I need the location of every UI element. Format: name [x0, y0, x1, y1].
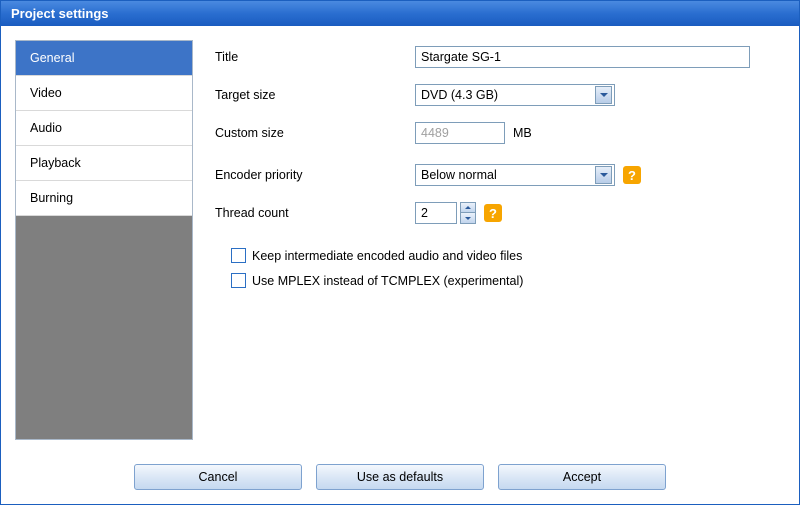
title-input[interactable] [415, 46, 750, 68]
label-encoder-priority: Encoder priority [215, 168, 415, 182]
help-icon[interactable]: ? [484, 204, 502, 222]
row-custom-size: Custom size MB [215, 122, 781, 144]
encoder-priority-dropdown-button[interactable] [595, 166, 612, 184]
chevron-down-icon [600, 93, 608, 97]
main-area: General Video Audio Playback Burning Tit… [1, 26, 799, 454]
sidebar-item-audio[interactable]: Audio [16, 111, 192, 146]
chevron-down-icon [465, 217, 471, 220]
custom-size-unit: MB [513, 126, 532, 140]
use-mplex-checkbox[interactable] [231, 273, 246, 288]
chevron-up-icon [465, 206, 471, 209]
encoder-priority-value: Below normal [421, 168, 497, 182]
sidebar-item-label: Playback [30, 156, 81, 170]
sidebar-item-label: Video [30, 86, 62, 100]
label-title: Title [215, 50, 415, 64]
target-size-select[interactable]: DVD (4.3 GB) [415, 84, 615, 106]
sidebar-item-label: Audio [30, 121, 62, 135]
sidebar-item-label: General [30, 51, 74, 65]
row-use-mplex: Use MPLEX instead of TCMPLEX (experiment… [231, 273, 781, 288]
cancel-button[interactable]: Cancel [134, 464, 302, 490]
settings-sidebar: General Video Audio Playback Burning [15, 40, 193, 440]
row-encoder-priority: Encoder priority Below normal ? [215, 164, 781, 186]
label-custom-size: Custom size [215, 126, 415, 140]
checkbox-group: Keep intermediate encoded audio and vide… [215, 248, 781, 288]
thread-count-down-button[interactable] [460, 213, 476, 224]
label-thread-count: Thread count [215, 206, 415, 220]
window-body: General Video Audio Playback Burning Tit… [1, 26, 799, 504]
use-mplex-label: Use MPLEX instead of TCMPLEX (experiment… [252, 274, 523, 288]
sidebar-item-label: Burning [30, 191, 73, 205]
window-title: Project settings [11, 6, 109, 21]
label-target-size: Target size [215, 88, 415, 102]
row-keep-intermediate: Keep intermediate encoded audio and vide… [231, 248, 781, 263]
thread-count-spinner[interactable] [415, 202, 476, 224]
row-target-size: Target size DVD (4.3 GB) [215, 84, 781, 106]
keep-intermediate-label: Keep intermediate encoded audio and vide… [252, 249, 522, 263]
encoder-priority-select[interactable]: Below normal [415, 164, 615, 186]
general-form: Title Target size DVD (4.3 GB) [211, 40, 785, 440]
row-thread-count: Thread count ? [215, 202, 781, 224]
target-size-dropdown-button[interactable] [595, 86, 612, 104]
sidebar-item-playback[interactable]: Playback [16, 146, 192, 181]
sidebar-item-video[interactable]: Video [16, 76, 192, 111]
sidebar-item-burning[interactable]: Burning [16, 181, 192, 216]
chevron-down-icon [600, 173, 608, 177]
accept-button[interactable]: Accept [498, 464, 666, 490]
project-settings-window: Project settings General Video Audio Pla… [0, 0, 800, 505]
custom-size-input [415, 122, 505, 144]
window-titlebar: Project settings [1, 1, 799, 26]
target-size-value: DVD (4.3 GB) [421, 88, 498, 102]
row-title: Title [215, 46, 781, 68]
thread-count-up-button[interactable] [460, 202, 476, 213]
use-as-defaults-button[interactable]: Use as defaults [316, 464, 484, 490]
footer-buttons: Cancel Use as defaults Accept [1, 454, 799, 496]
sidebar-item-general[interactable]: General [16, 41, 192, 76]
thread-count-input[interactable] [415, 202, 457, 224]
keep-intermediate-checkbox[interactable] [231, 248, 246, 263]
help-icon[interactable]: ? [623, 166, 641, 184]
